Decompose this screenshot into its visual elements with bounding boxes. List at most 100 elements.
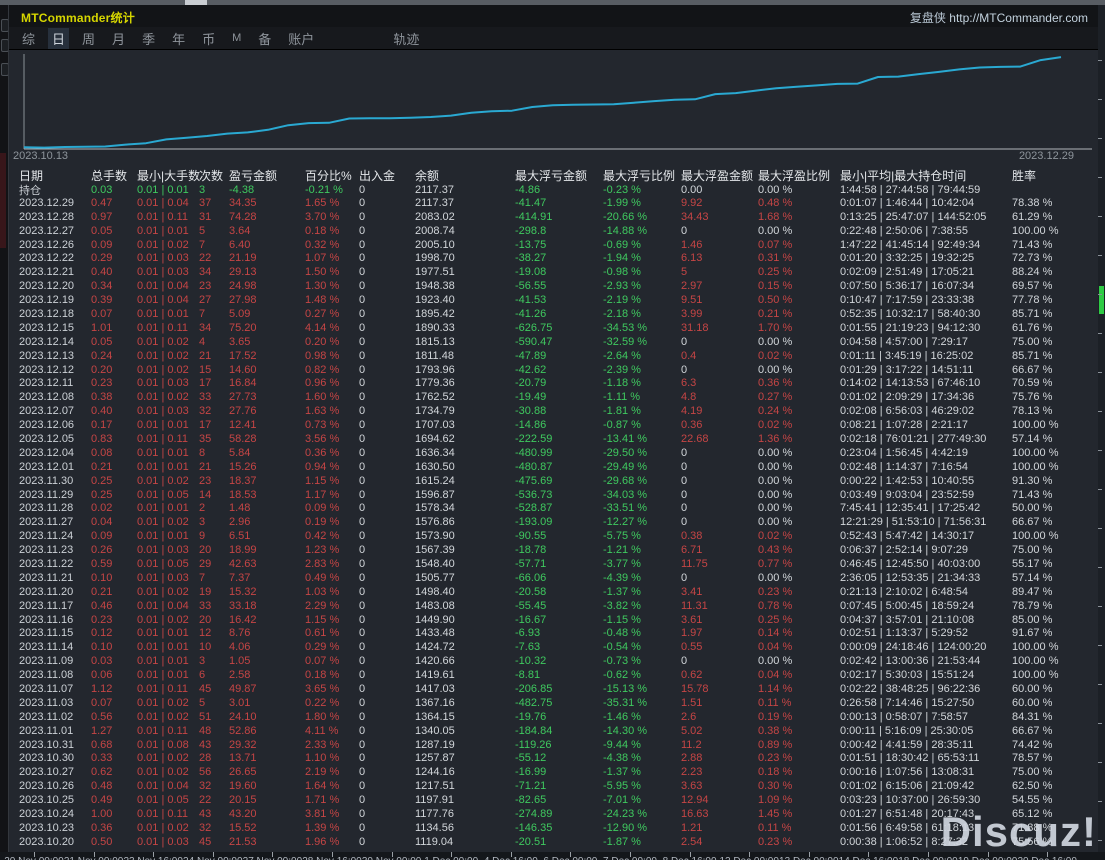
table-row[interactable]: 2023.12.140.050.01 | 0.0243.650.20 %0181…: [9, 335, 1098, 349]
open-position-row[interactable]: 持仓0.030.01 | 0.013-4.38-0.21 %02117.37-4…: [9, 182, 1098, 196]
table-row[interactable]: 2023.11.020.560.01 | 0.025124.101.80 %01…: [9, 710, 1098, 724]
table-row[interactable]: 2023.10.260.480.01 | 0.043219.601.64 %01…: [9, 779, 1098, 793]
cell: -14.88 %: [603, 225, 681, 237]
toolbar-tab-综[interactable]: 综: [18, 28, 39, 49]
cell: 0: [359, 294, 415, 306]
table-row[interactable]: 2023.10.300.330.01 | 0.022813.711.10 %01…: [9, 752, 1098, 766]
table-row[interactable]: 2023.12.151.010.01 | 0.113475.204.14 %01…: [9, 321, 1098, 335]
table-row[interactable]: 2023.11.090.030.01 | 0.0131.050.07 %0142…: [9, 654, 1098, 668]
table-row[interactable]: 2023.12.280.970.01 | 0.113174.283.70 %02…: [9, 210, 1098, 224]
table-row[interactable]: 2023.12.050.830.01 | 0.113558.283.56 %01…: [9, 432, 1098, 446]
table-row[interactable]: 2023.12.080.380.01 | 0.023327.731.60 %01…: [9, 390, 1098, 404]
table-row[interactable]: 2023.11.011.270.01 | 0.114852.864.11 %01…: [9, 724, 1098, 738]
cell: 6.13: [681, 252, 758, 264]
cell: 7: [199, 572, 229, 584]
table-row[interactable]: 2023.11.280.020.01 | 0.0121.480.09 %0157…: [9, 501, 1098, 515]
table-row[interactable]: 2023.11.071.120.01 | 0.114549.873.65 %01…: [9, 682, 1098, 696]
cell: 0: [681, 655, 758, 667]
table-row[interactable]: 2023.11.270.040.01 | 0.0232.960.19 %0157…: [9, 515, 1098, 529]
cell: 0: [359, 739, 415, 751]
cell: 0.01 | 0.01: [137, 530, 199, 542]
brand-url-link[interactable]: http://MTCommander.com: [949, 11, 1088, 25]
cell: 2.83 %: [305, 558, 359, 570]
table-row[interactable]: 2023.12.190.390.01 | 0.042727.981.48 %01…: [9, 293, 1098, 307]
table-row[interactable]: 2023.11.150.120.01 | 0.01128.760.61 %014…: [9, 627, 1098, 641]
table-row[interactable]: 2023.11.170.460.01 | 0.043333.182.29 %01…: [9, 599, 1098, 613]
table-row[interactable]: 2023.11.210.100.01 | 0.0377.370.49 %0150…: [9, 571, 1098, 585]
table-row[interactable]: 2023.10.241.000.01 | 0.114343.203.81 %01…: [9, 807, 1098, 821]
toolbar-tab-币[interactable]: 币: [198, 28, 219, 49]
cell: 0.09: [91, 530, 137, 542]
table-row[interactable]: 2023.10.310.680.01 | 0.084329.322.33 %01…: [9, 738, 1098, 752]
table-row[interactable]: 2023.12.210.400.01 | 0.033429.131.50 %01…: [9, 265, 1098, 279]
table-row[interactable]: 2023.10.250.490.01 | 0.052220.151.71 %01…: [9, 793, 1098, 807]
cell: 1.07 %: [305, 252, 359, 264]
toolbar-tab-备[interactable]: 备: [254, 28, 275, 49]
table-row[interactable]: 2023.12.070.400.01 | 0.033227.761.63 %01…: [9, 404, 1098, 418]
table-row[interactable]: 2023.12.120.200.01 | 0.021514.600.82 %01…: [9, 363, 1098, 377]
cell: 1762.52: [415, 391, 515, 403]
cell: 1615.24: [415, 475, 515, 487]
cell: 1.09 %: [758, 794, 840, 806]
table-row[interactable]: 2023.11.080.060.01 | 0.0162.580.18 %0141…: [9, 668, 1098, 682]
table-row[interactable]: 2023.12.110.230.01 | 0.031716.840.96 %01…: [9, 376, 1098, 390]
cell: 19: [199, 586, 229, 598]
cell: 1244.16: [415, 766, 515, 778]
table-row[interactable]: 2023.10.230.360.01 | 0.023215.521.39 %01…: [9, 821, 1098, 835]
cell: -1.15 %: [603, 614, 681, 626]
table-row[interactable]: 2023.12.180.070.01 | 0.0175.090.27 %0189…: [9, 307, 1098, 321]
table-row[interactable]: 2023.12.060.170.01 | 0.011712.410.73 %01…: [9, 418, 1098, 432]
table-row[interactable]: 2023.11.290.250.01 | 0.051418.531.17 %01…: [9, 488, 1098, 502]
table-row[interactable]: 2023.11.230.260.01 | 0.032018.991.23 %01…: [9, 543, 1098, 557]
axis-label: 13 Dec 00:00: [779, 856, 839, 860]
table-row[interactable]: 2023.12.200.340.01 | 0.042324.981.30 %01…: [9, 279, 1098, 293]
table-row[interactable]: 2023.12.040.080.01 | 0.0185.840.36 %0163…: [9, 446, 1098, 460]
cell: -274.89: [515, 808, 603, 820]
cell: 1.48 %: [305, 294, 359, 306]
cell: 20: [199, 614, 229, 626]
toolbar-tab-轨迹[interactable]: 轨迹: [389, 28, 423, 49]
cell: 0.29: [91, 252, 137, 264]
cell: 5.09: [229, 308, 305, 320]
background-window-left-edge: [0, 5, 8, 860]
table-row[interactable]: 2023.11.200.210.01 | 0.021915.321.03 %01…: [9, 585, 1098, 599]
table-row[interactable]: 2023.12.290.470.01 | 0.043734.351.65 %02…: [9, 196, 1098, 210]
cell: 0: [359, 364, 415, 376]
cell: 2023.11.03: [19, 697, 91, 709]
cell: 0.11 %: [758, 822, 840, 834]
cell: 56: [199, 766, 229, 778]
cell: 0.06: [91, 669, 137, 681]
table-row[interactable]: 2023.11.030.070.01 | 0.0253.010.22 %0136…: [9, 696, 1098, 710]
table-row[interactable]: 2023.12.260.090.01 | 0.0276.400.32 %0200…: [9, 238, 1098, 252]
cell: 75.00 %: [1012, 766, 1102, 778]
titlebar[interactable]: MTCommander统计 复盘侠 http://MTCommander.com: [9, 5, 1098, 27]
table-row[interactable]: 2023.10.270.620.01 | 0.025626.652.19 %01…: [9, 765, 1098, 779]
table-row[interactable]: 2023.12.270.050.01 | 0.0153.640.18 %0200…: [9, 224, 1098, 238]
cell: -30.88: [515, 405, 603, 417]
table-row[interactable]: 2023.11.220.590.01 | 0.052942.632.83 %01…: [9, 557, 1098, 571]
daily-stats-table: 日期总手数最小|大手数次数盈亏金额百分比%出入金余额最大浮亏金额最大浮亏比例最大…: [9, 167, 1098, 849]
table-row[interactable]: 2023.11.240.090.01 | 0.0196.510.42 %0157…: [9, 529, 1098, 543]
table-row[interactable]: 2023.12.130.240.01 | 0.022117.520.98 %01…: [9, 349, 1098, 363]
table-row[interactable]: 2023.12.220.290.01 | 0.032221.191.07 %01…: [9, 251, 1098, 265]
table-row[interactable]: 2023.12.010.210.01 | 0.012115.260.94 %01…: [9, 460, 1098, 474]
toolbar-tab-月[interactable]: 月: [108, 28, 129, 49]
table-row[interactable]: 2023.10.200.500.01 | 0.034521.531.96 %01…: [9, 835, 1098, 849]
cell: 0.97: [91, 211, 137, 223]
toolbar-tab-周[interactable]: 周: [78, 28, 99, 49]
toolbar-tab-季[interactable]: 季: [138, 28, 159, 49]
table-row[interactable]: 2023.11.140.100.01 | 0.01104.060.29 %014…: [9, 640, 1098, 654]
table-row[interactable]: 2023.11.160.230.01 | 0.022016.421.15 %01…: [9, 613, 1098, 627]
toolbar-tab-年[interactable]: 年: [168, 28, 189, 49]
cell: 1734.79: [415, 405, 515, 417]
cell: 0.43 %: [758, 544, 840, 556]
cell: 0: [359, 336, 415, 348]
table-row[interactable]: 2023.11.300.250.01 | 0.022318.371.15 %01…: [9, 474, 1098, 488]
toolbar-tab-日[interactable]: 日: [48, 28, 69, 49]
cell: 1.46: [681, 239, 758, 251]
toolbar-tab-账户[interactable]: 账户: [284, 28, 318, 49]
toolbar-tab-M[interactable]: M: [228, 31, 245, 45]
cell: 3.70 %: [305, 211, 359, 223]
cell: -34.03 %: [603, 489, 681, 501]
cell: 66.67 %: [1012, 364, 1102, 376]
